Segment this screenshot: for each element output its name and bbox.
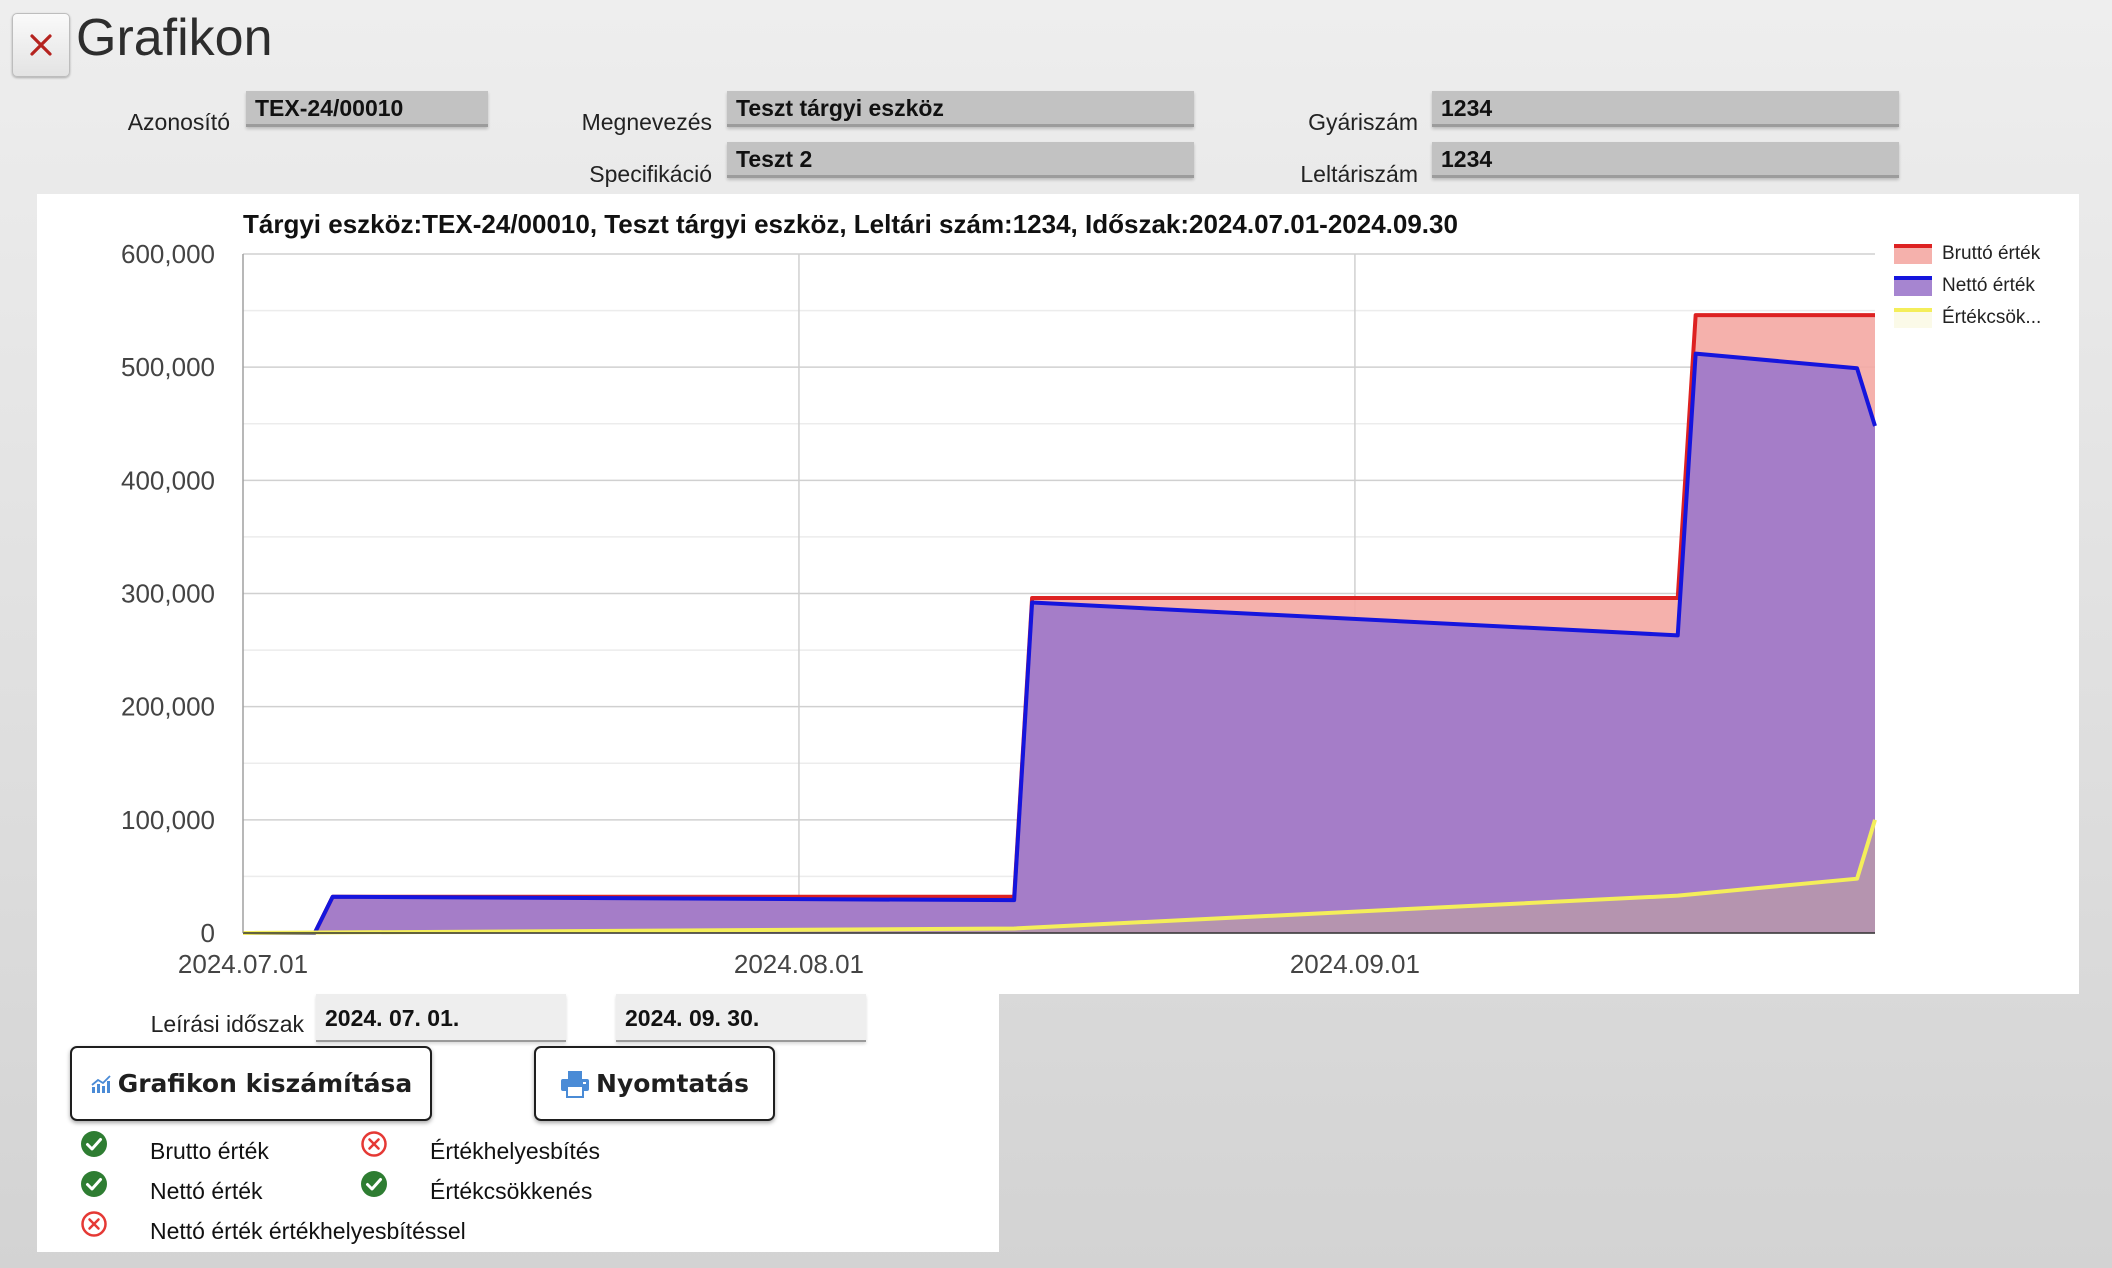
y-tick-label: 600,000 (121, 239, 215, 269)
option-netto-helyesbitett-label: Nettó érték értékhelyesbítéssel (150, 1218, 466, 1244)
period-label: Leírási időszak (150, 1011, 304, 1037)
cross-circle-icon (361, 1131, 387, 1157)
azonosito-label: Azonosító (127, 109, 230, 135)
x-tick-label: 2024.09.01 (1290, 949, 1420, 979)
printer-icon (561, 1070, 590, 1098)
series-area (243, 353, 1875, 933)
print-button[interactable]: Nyomtatás (534, 1046, 775, 1121)
x-tick-label: 2024.07.01 (178, 949, 308, 979)
leltariszam-field[interactable]: 1234 (1432, 142, 1899, 178)
legend-swatch (1894, 310, 1932, 328)
print-label: Nyomtatás (596, 1069, 749, 1098)
y-tick-label: 200,000 (121, 692, 215, 722)
check-circle-icon (361, 1171, 387, 1197)
y-tick-label: 400,000 (121, 465, 215, 495)
option-ertekcsokkenes-label: Értékcsökkenés (430, 1178, 593, 1204)
option-ertekhelyesbites-label: Értékhelyesbítés (430, 1138, 601, 1164)
gyariszam-field[interactable]: 1234 (1432, 91, 1899, 127)
megnevezes-label: Megnevezés (581, 109, 712, 135)
calculate-chart-label: Grafikon kiszámítása (117, 1069, 413, 1098)
y-tick-label: 500,000 (121, 352, 215, 382)
chart-title: Tárgyi eszköz:TEX-24/00010, Teszt tárgyi… (243, 209, 1458, 239)
cross-circle-icon (81, 1211, 107, 1237)
legend-label: Bruttó érték (1942, 243, 2041, 264)
y-tick-label: 100,000 (121, 805, 215, 835)
gyariszam-label: Gyáriszám (1308, 109, 1418, 135)
specifikacio-label: Specifikáció (589, 161, 712, 187)
specifikacio-field[interactable]: Teszt 2 (727, 142, 1194, 178)
leltariszam-label: Leltáriszám (1300, 161, 1418, 187)
x-tick-label: 2024.08.01 (734, 949, 864, 979)
check-circle-icon (81, 1131, 107, 1157)
area-chart: 0 100,000 200,000 300,000 400,000 500,000 600,… (121, 209, 2041, 979)
y-tick-label: 0 (201, 918, 215, 948)
period-to-field[interactable]: 2024. 09. 30. (616, 994, 866, 1042)
close-icon (30, 34, 52, 56)
option-netto-label: Nettó érték (150, 1178, 263, 1204)
legend-swatch (1894, 246, 1932, 264)
option-brutto-label: Brutto érték (150, 1138, 269, 1164)
close-button[interactable] (12, 13, 70, 77)
page-title: Grafikon (76, 9, 273, 67)
y-tick-label: 300,000 (121, 579, 215, 609)
calculate-chart-button[interactable]: Grafikon kiszámítása (70, 1046, 432, 1121)
legend-label: Értékcsök... (1942, 307, 2041, 328)
azonosito-field[interactable]: TEX-24/00010 (246, 91, 488, 127)
legend-swatch (1894, 278, 1932, 296)
chart-panel: 0 100,000 200,000 300,000 400,000 500,000 600,… (37, 194, 2079, 994)
chart-icon (91, 1074, 111, 1093)
period-from-field[interactable]: 2024. 07. 01. (316, 994, 566, 1042)
megnevezes-field[interactable]: Teszt tárgyi eszköz (727, 91, 1194, 127)
legend-label: Nettó érték (1942, 275, 2035, 296)
check-circle-icon (81, 1171, 107, 1197)
